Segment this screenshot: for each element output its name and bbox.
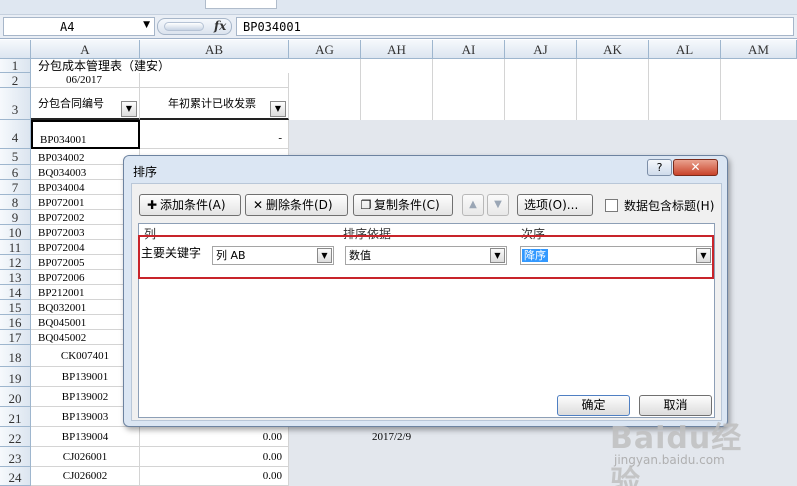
cell-a[interactable]: BP139004 [31,427,140,447]
delete-condition-icon: ✕ [252,198,264,212]
copy-condition-label: 复制条件(C) [374,198,440,212]
row-header-16[interactable]: 16 [0,315,31,330]
help-button[interactable]: ? [647,159,672,176]
row-header-23[interactable]: 23 [0,447,31,467]
header-invoices-ytd[interactable]: 年初累计已收发票 [140,88,289,120]
gridline [360,59,361,120]
row-header-7[interactable]: 7 [0,180,31,195]
copy-condition-icon: ❐ [360,198,372,212]
copy-condition-button[interactable]: ❐ 复制条件(C) [353,194,453,216]
options-button[interactable]: 选项(O)... [517,194,593,216]
column-header-ab[interactable]: AB [140,40,289,59]
add-condition-label: 添加条件(A) [160,198,226,212]
ribbon-bottom-strip [0,0,797,15]
row-header-20[interactable]: 20 [0,387,31,407]
gridline [648,59,649,120]
cell-ab23[interactable]: 0.00 [140,447,289,467]
watermark-logo: Baidu经验 [610,421,743,486]
move-down-icon[interactable]: ▼ [487,194,509,216]
row-header-3[interactable]: 3 [0,88,31,120]
gridline [432,59,433,120]
header-row-checkbox-label[interactable]: 数据包含标题(H) [624,197,714,214]
formula-bar-expand-handle[interactable] [164,22,204,31]
column-header-a[interactable]: A [31,40,140,59]
delete-condition-button[interactable]: ✕ 删除条件(D) [245,194,348,216]
cell-ab4[interactable]: - [140,120,289,149]
row-header-11[interactable]: 11 [0,240,31,255]
row-header-17[interactable]: 17 [0,330,31,345]
row-header-13[interactable]: 13 [0,270,31,285]
column-header-ai[interactable]: AI [433,40,505,59]
row-header-9[interactable]: 9 [0,210,31,225]
cell-ah22[interactable]: 2017/2/9 [361,427,433,447]
row-header-4[interactable]: 4 [0,120,31,149]
column-header-ak[interactable]: AK [577,40,649,59]
name-box[interactable]: A4 ▼ [3,17,155,36]
row-header-8[interactable]: 8 [0,195,31,210]
watermark-url: jingyan.baidu.com [614,453,725,467]
close-button[interactable]: ✕ [673,159,718,176]
row-header-10[interactable]: 10 [0,225,31,240]
ribbon-box [205,0,277,9]
filter-dropdown-icon[interactable]: ▼ [121,101,137,117]
row-header-18[interactable]: 18 [0,345,31,367]
cell-ab22[interactable]: 0.00 [140,427,289,447]
move-up-icon[interactable]: ▲ [462,194,484,216]
column-header-al[interactable]: AL [649,40,721,59]
row-header-2[interactable]: 2 [0,73,31,88]
formula-input[interactable]: BP034001 [236,17,794,36]
cell-a[interactable]: CJ026002 [31,467,140,486]
filter-dropdown-icon[interactable]: ▼ [270,101,286,117]
add-condition-button[interactable]: ✚ 添加条件(A) [139,194,241,216]
delete-condition-label: 删除条件(D) [266,198,333,212]
highlight-box [138,235,714,279]
row-header-5[interactable]: 5 [0,149,31,165]
sheet-title[interactable]: 分包成本管理表（建安） [31,59,289,73]
row-header-14[interactable]: 14 [0,285,31,300]
sheet-date[interactable]: 06/2017 [31,73,140,88]
formula-bar: A4 ▼ fx BP034001 [0,15,797,39]
column-header-aj[interactable]: AJ [505,40,577,59]
active-cell-a4[interactable]: BP034001 [31,120,140,149]
row-header-12[interactable]: 12 [0,255,31,270]
row-header-22[interactable]: 22 [0,427,31,447]
header-row-checkbox[interactable] [605,199,618,212]
row-header-6[interactable]: 6 [0,165,31,180]
dialog-body: ✚ 添加条件(A) ✕ 删除条件(D) ❐ 复制条件(C) ▲ ▼ 选项(O)... … [131,183,722,421]
excel-window: A4 ▼ fx BP034001 A AB AG AH AI AJ AK AL … [0,0,797,486]
row-header-24[interactable]: 24 [0,467,31,486]
column-header-am[interactable]: AM [721,40,797,59]
cell-ab24[interactable]: 0.00 [140,467,289,486]
insert-function-icon[interactable]: fx [214,19,226,33]
dialog-title: 排序 [133,165,158,179]
add-condition-icon: ✚ [146,198,158,212]
row-header-19[interactable]: 19 [0,367,31,387]
cell-ab2[interactable] [140,73,289,88]
row-header-15[interactable]: 15 [0,300,31,315]
sort-dialog: 排序 ? ✕ ✚ 添加条件(A) ✕ 删除条件(D) ❐ 复制条件(C) ▲ ▼ 选项… [123,155,728,427]
baidu-watermark: Baidu经验 jingyan.baidu.com [610,413,760,486]
row-header-21[interactable]: 21 [0,407,31,427]
gridline [576,59,577,120]
name-box-dropdown-icon[interactable]: ▼ [143,20,150,30]
column-header-ag[interactable]: AG [289,40,361,59]
column-header-ah[interactable]: AH [361,40,433,59]
select-all-corner[interactable] [0,40,31,59]
cell-a[interactable]: CJ026001 [31,447,140,467]
gridline [720,59,721,120]
formula-buttons: fx [157,18,232,35]
formula-input-value: BP034001 [243,20,301,34]
name-box-value: A4 [60,20,75,34]
row-header-1[interactable]: 1 [0,59,31,73]
gridline [504,59,505,120]
